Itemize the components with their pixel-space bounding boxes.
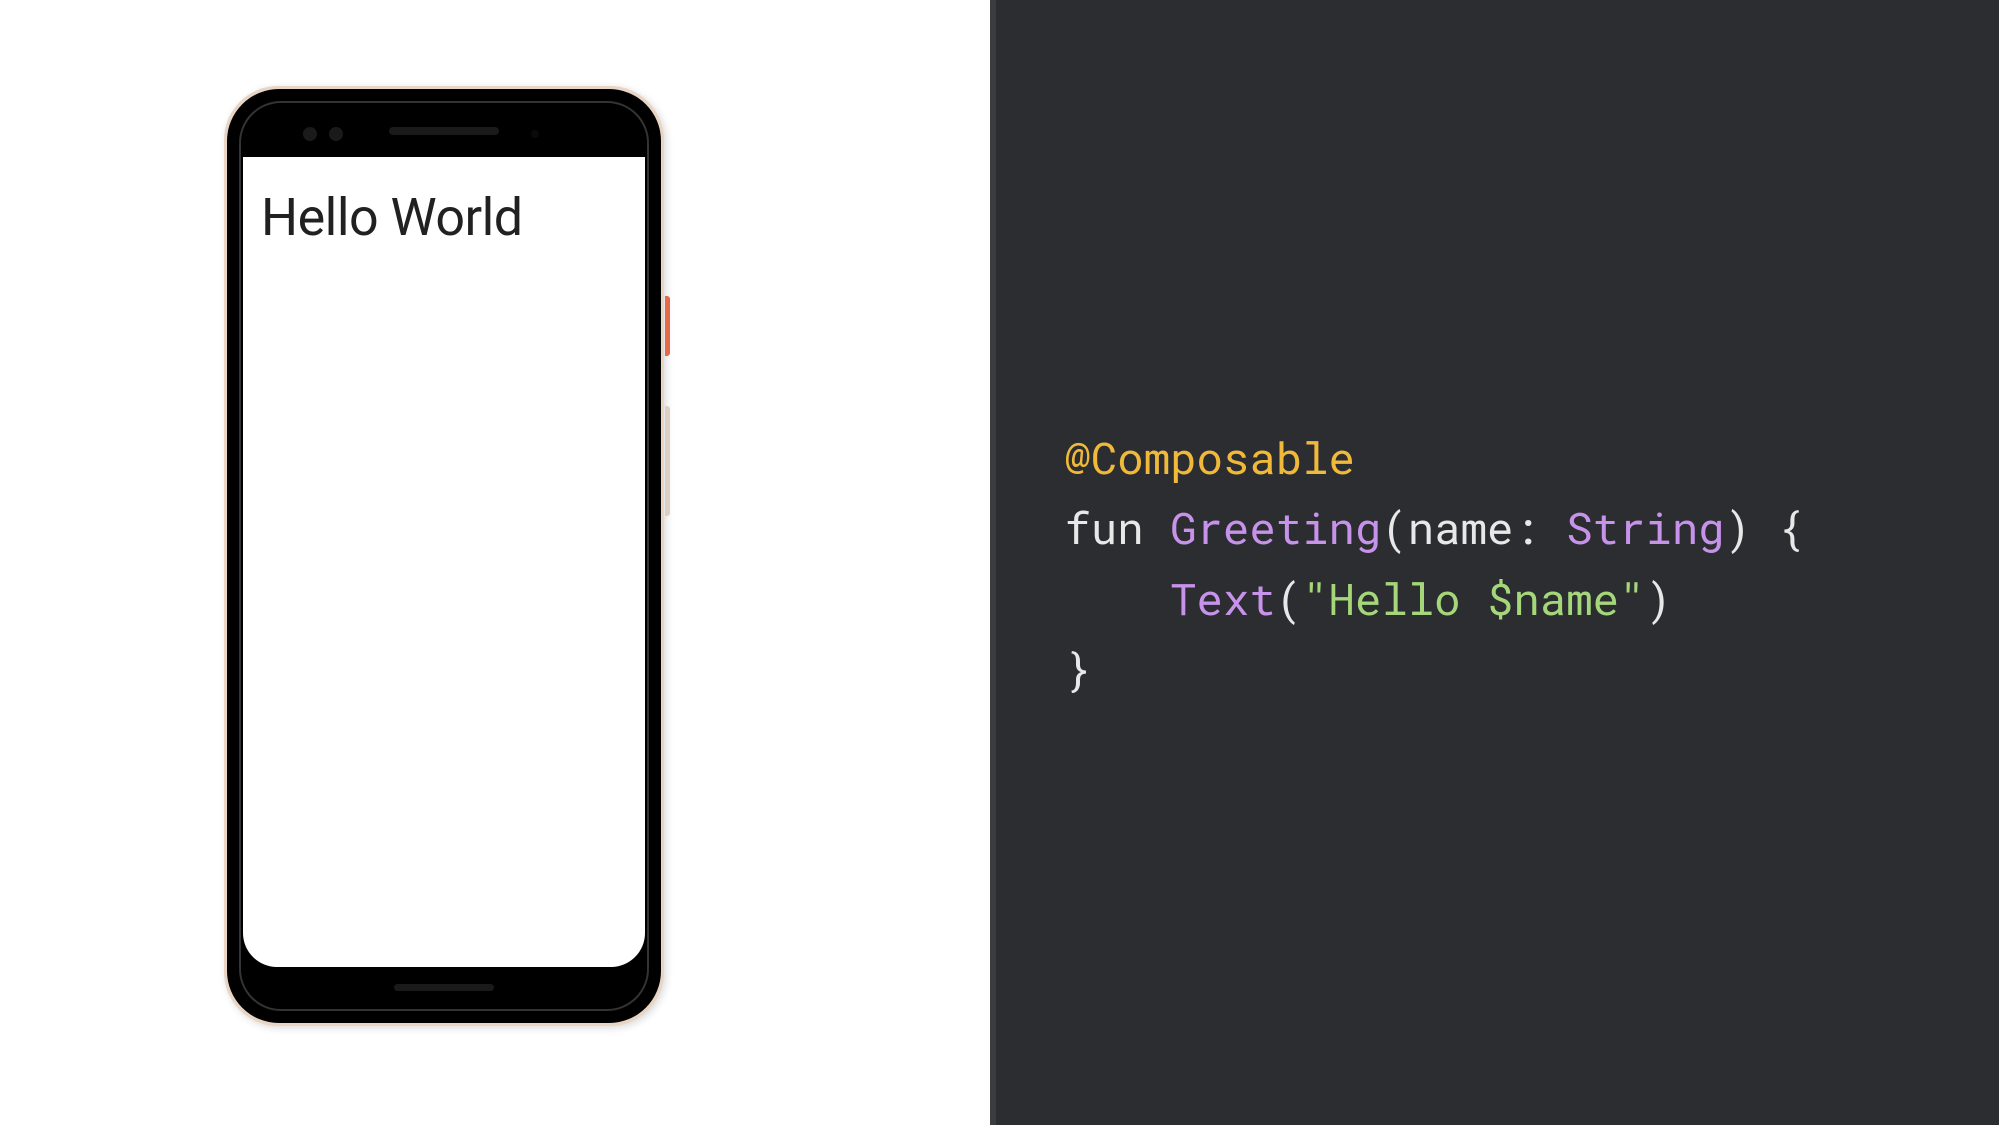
- greeting-text: Hello World: [261, 187, 627, 248]
- phone-screen-wrap: Hello World: [243, 105, 645, 1007]
- phone-camera-icon: [329, 127, 343, 141]
- code-call-close: ): [1645, 569, 1671, 627]
- phone-screen: Hello World: [243, 157, 645, 967]
- phone-mockup: Hello World: [224, 86, 664, 1026]
- phone-bottom-bezel: [243, 967, 645, 1007]
- code-string-literal: "Hello $name": [1302, 569, 1645, 627]
- phone-speaker-icon: [389, 127, 499, 135]
- phone-frame: Hello World: [227, 89, 661, 1023]
- code-panel: @Composable fun Greeting(name: String) {…: [990, 0, 1999, 1125]
- phone-bottom-speaker-icon: [394, 984, 494, 991]
- code-param-name: name: [1408, 498, 1514, 556]
- code-param-type: String: [1566, 498, 1724, 556]
- code-indent: [1065, 569, 1171, 627]
- code-brace-close: }: [1065, 639, 1091, 697]
- code-keyword-fun: fun: [1065, 498, 1144, 556]
- code-function-name: Greeting: [1170, 498, 1381, 556]
- code-paren-open: (: [1381, 498, 1407, 556]
- code-annotation: @Composable: [1065, 428, 1355, 486]
- phone-power-button-icon: [665, 296, 670, 356]
- code-paren-close: ): [1725, 498, 1751, 556]
- phone-sensor-icon: [531, 130, 539, 138]
- code-brace-open: {: [1751, 498, 1804, 556]
- code-colon: :: [1513, 498, 1566, 556]
- phone-top-bezel: [243, 105, 645, 157]
- phone-camera-icon: [303, 127, 317, 141]
- code-text-call: Text: [1170, 569, 1276, 627]
- phone-inner-frame: Hello World: [239, 101, 649, 1011]
- phone-preview-panel: Hello World: [0, 0, 990, 1125]
- phone-volume-button-icon: [665, 406, 670, 516]
- code-call-open: (: [1276, 569, 1302, 627]
- panel-divider: [990, 0, 996, 1125]
- code-snippet: @Composable fun Greeting(name: String) {…: [1065, 422, 1804, 704]
